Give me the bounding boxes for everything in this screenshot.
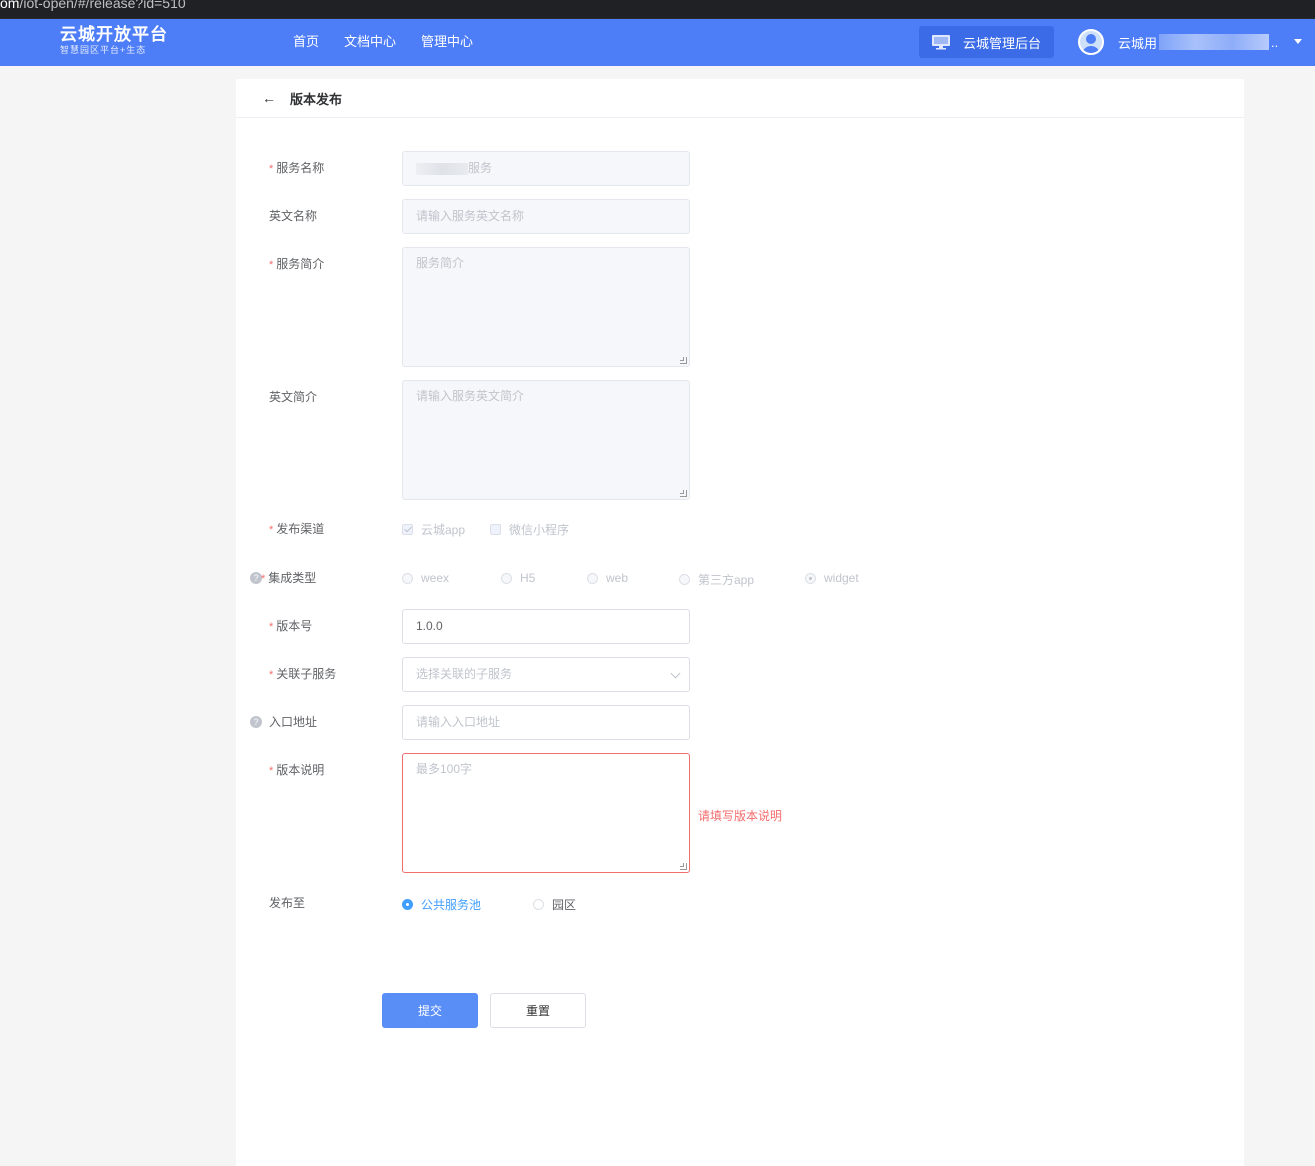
nav-home[interactable]: 首页 [293, 19, 319, 66]
reset-button[interactable]: 重置 [490, 993, 586, 1028]
user-name: 云城用 [1118, 35, 1158, 51]
english-name-label: 英文名称 [269, 209, 318, 223]
radio-icon [533, 899, 544, 910]
english-intro-textarea: 请输入服务英文简介 [402, 380, 690, 500]
avatar [1078, 29, 1104, 55]
sub-service-label: * 关联子服务 [269, 667, 337, 681]
nav-docs[interactable]: 文档中心 [344, 19, 396, 66]
resize-handle-icon [680, 490, 687, 497]
sub-service-select[interactable]: 选择关联的子服务 [402, 657, 690, 692]
user-menu[interactable]: 云城用 .. [1078, 28, 1278, 56]
checkbox-icon [490, 524, 501, 535]
service-name-label: * 服务名称 [269, 161, 325, 175]
entry-label: 入口地址 [269, 715, 318, 729]
service-intro-textarea: 服务简介 [402, 247, 690, 367]
service-intro-label: * 服务简介 [269, 257, 325, 271]
publish-option-park[interactable]: 园区 [533, 896, 576, 913]
url-path: /iot-open/#/release?id=510 [19, 0, 186, 11]
url-domain: om [0, 0, 20, 11]
redacted-service-name [416, 162, 468, 175]
back-arrow-icon[interactable]: ← [262, 90, 276, 106]
publish-to-label: 发布至 [269, 896, 306, 910]
submit-button[interactable]: 提交 [382, 993, 478, 1028]
radio-icon [501, 572, 512, 584]
version-label: * 版本号 [269, 619, 313, 633]
integration-option-thirdparty: 第三方app [679, 571, 754, 588]
integration-option-widget: widget [805, 571, 859, 585]
radio-icon [679, 574, 690, 585]
panel-header: ← 版本发布 [236, 79, 1244, 118]
logo[interactable]: 云城开放平台 智慧园区平台+生态 [60, 25, 168, 56]
radio-checked-icon [805, 572, 816, 584]
admin-console-label: 云城管理后台 [963, 35, 1042, 51]
english-intro-label: 英文简介 [269, 390, 318, 404]
integration-option-weex: weex [402, 571, 449, 585]
caret-down-icon[interactable] [1294, 39, 1302, 44]
entry-input[interactable]: 请输入入口地址 [402, 705, 690, 740]
integration-option-web: web [587, 571, 628, 585]
redacted-name [1159, 34, 1270, 50]
notes-textarea[interactable]: 最多100字 [402, 753, 690, 873]
notes-label: * 版本说明 [269, 763, 325, 777]
logo-subtitle: 智慧园区平台+生态 [60, 45, 147, 55]
integration-option-h5: H5 [501, 571, 535, 585]
user-name-more: .. [1271, 34, 1279, 50]
help-icon[interactable]: ? [250, 716, 262, 728]
main-nav: 首页 文档中心 管理中心 [293, 19, 498, 66]
version-input[interactable]: 1.0.0 [402, 609, 690, 644]
radio-icon [402, 572, 413, 584]
checkbox-checked-icon [402, 524, 413, 535]
monitor-icon [932, 35, 950, 50]
admin-console-button[interactable]: 云城管理后台 [919, 26, 1054, 58]
channel-option-app: 云城app [402, 521, 465, 538]
integration-label: * 集成类型 [261, 571, 317, 585]
service-name-input: 服务 [402, 151, 690, 186]
publish-option-public[interactable]: 公共服务池 [402, 896, 481, 913]
chevron-down-icon [670, 668, 681, 679]
english-name-input: 请输入服务英文名称 [402, 199, 690, 234]
resize-handle-icon[interactable] [680, 863, 687, 870]
browser-url-bar[interactable]: om/iot-open/#/release?id=510 [0, 0, 1315, 19]
channel-option-wechat: 微信小程序 [490, 521, 569, 538]
resize-handle-icon [680, 357, 687, 364]
logo-title: 云城开放平台 [60, 25, 168, 44]
channel-label: * 发布渠道 [269, 522, 325, 536]
page-title: 版本发布 [290, 91, 343, 107]
notes-error-message: 请填写版本说明 [698, 809, 783, 823]
top-navbar: 云城开放平台 智慧园区平台+生态 首页 文档中心 管理中心 云城管理后台 云城用… [0, 19, 1315, 66]
radio-selected-icon [402, 899, 413, 910]
nav-management[interactable]: 管理中心 [421, 19, 473, 66]
release-panel: ← 版本发布 * 服务名称 服务 英文名称 请输入服务英文名称 * 服务简介 服务简… [236, 79, 1244, 1166]
radio-icon [587, 572, 598, 584]
